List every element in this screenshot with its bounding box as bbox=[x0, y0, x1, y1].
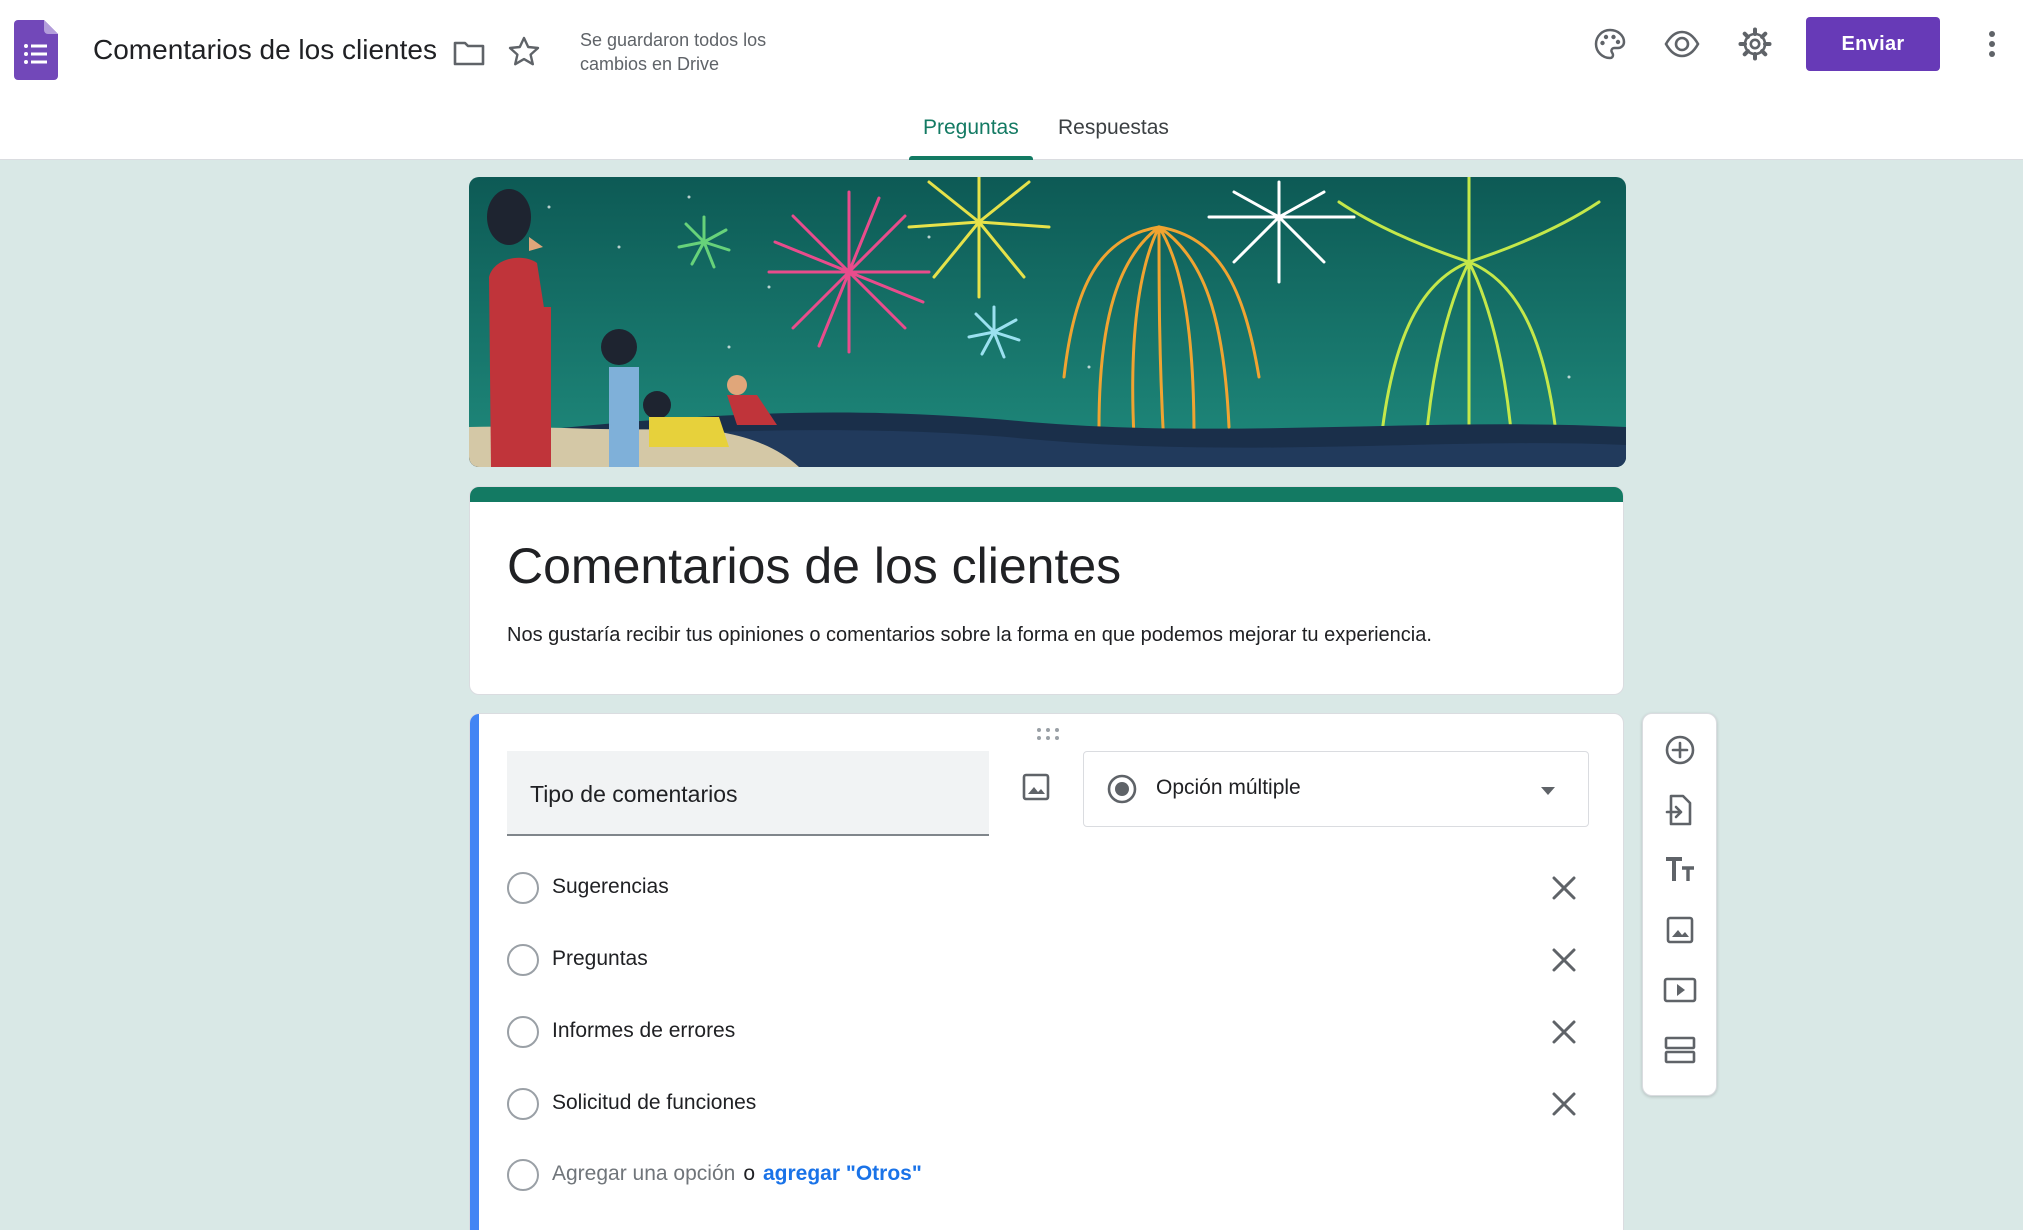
question-title-text: Tipo de comentarios bbox=[530, 781, 738, 807]
option-radio bbox=[507, 872, 539, 904]
top-bar: Comentarios de los clientes Se guardaron… bbox=[0, 0, 2023, 160]
accent-bar bbox=[470, 487, 1623, 502]
drag-handle-icon[interactable] bbox=[1034, 726, 1062, 742]
add-option-line: Agregar una opción o agregar "Otros" bbox=[552, 1162, 922, 1186]
form-description[interactable]: Nos gustaría recibir tus opiniones o com… bbox=[507, 624, 1432, 647]
chevron-down-icon bbox=[1541, 787, 1555, 795]
star-icon[interactable] bbox=[506, 34, 542, 70]
add-title-icon[interactable] bbox=[1662, 852, 1698, 888]
question-title-input[interactable]: Tipo de comentarios bbox=[507, 751, 989, 836]
import-questions-icon[interactable] bbox=[1662, 792, 1698, 828]
remove-option-icon[interactable] bbox=[1546, 1014, 1582, 1050]
palette-icon bbox=[1594, 28, 1626, 60]
send-button[interactable]: Enviar bbox=[1806, 17, 1940, 71]
add-question-icon[interactable] bbox=[1662, 732, 1698, 768]
more-vert-icon[interactable] bbox=[1980, 24, 2004, 64]
add-image-icon[interactable] bbox=[1018, 769, 1054, 805]
question-type-dropdown[interactable]: Opción múltiple bbox=[1083, 751, 1589, 827]
tab-bar: Preguntas Respuestas bbox=[0, 110, 2023, 160]
form-title[interactable]: Comentarios de los clientes bbox=[507, 537, 1121, 595]
add-other-link[interactable]: agregar "Otros" bbox=[763, 1162, 922, 1185]
add-option-row: Agregar una opción o agregar "Otros" bbox=[507, 1147, 1607, 1203]
option-radio bbox=[507, 1088, 539, 1120]
remove-option-icon[interactable] bbox=[1546, 942, 1582, 978]
remove-option-icon[interactable] bbox=[1546, 870, 1582, 906]
option-label[interactable]: Informes de errores bbox=[552, 1019, 735, 1043]
remove-option-icon[interactable] bbox=[1546, 1086, 1582, 1122]
add-video-icon[interactable] bbox=[1662, 972, 1698, 1008]
radio-checked-icon bbox=[1107, 774, 1137, 804]
option-row: Sugerencias bbox=[507, 860, 1607, 916]
add-option-link[interactable]: Agregar una opción bbox=[552, 1162, 735, 1185]
folder-icon[interactable] bbox=[452, 36, 486, 70]
question-type-label: Opción múltiple bbox=[1156, 776, 1301, 799]
question-card[interactable]: Tipo de comentarios Opción múltiple Suge… bbox=[469, 713, 1624, 1230]
forms-app-icon[interactable] bbox=[14, 20, 58, 80]
option-label[interactable]: Sugerencias bbox=[552, 875, 669, 899]
settings-button[interactable] bbox=[1733, 22, 1777, 66]
save-status: Se guardaron todos los cambios en Drive bbox=[580, 30, 767, 74]
add-image-icon[interactable] bbox=[1662, 912, 1698, 948]
preview-eye-icon bbox=[1664, 30, 1700, 58]
option-row: Preguntas bbox=[507, 932, 1607, 988]
settings-gear-icon bbox=[1738, 27, 1772, 61]
tab-respuestas[interactable]: Respuestas bbox=[1044, 116, 1183, 160]
header-banner-image bbox=[469, 177, 1626, 467]
option-label[interactable]: Preguntas bbox=[552, 947, 648, 971]
option-label[interactable]: Solicitud de funciones bbox=[552, 1091, 756, 1115]
add-section-icon[interactable] bbox=[1662, 1032, 1698, 1068]
add-or-text: o bbox=[743, 1162, 755, 1185]
option-row: Informes de errores bbox=[507, 1004, 1607, 1060]
option-radio bbox=[507, 944, 539, 976]
option-row: Solicitud de funciones bbox=[507, 1076, 1607, 1132]
question-toolbar bbox=[1642, 713, 1717, 1096]
tab-preguntas[interactable]: Preguntas bbox=[909, 116, 1033, 160]
palette-button[interactable] bbox=[1588, 22, 1632, 66]
option-radio bbox=[507, 1016, 539, 1048]
document-title[interactable]: Comentarios de los clientes bbox=[93, 34, 437, 66]
preview-button[interactable] bbox=[1660, 22, 1704, 66]
active-question-indicator bbox=[470, 714, 479, 1230]
option-radio bbox=[507, 1159, 539, 1191]
form-header-card: Comentarios de los clientes Nos gustaría… bbox=[469, 486, 1624, 695]
